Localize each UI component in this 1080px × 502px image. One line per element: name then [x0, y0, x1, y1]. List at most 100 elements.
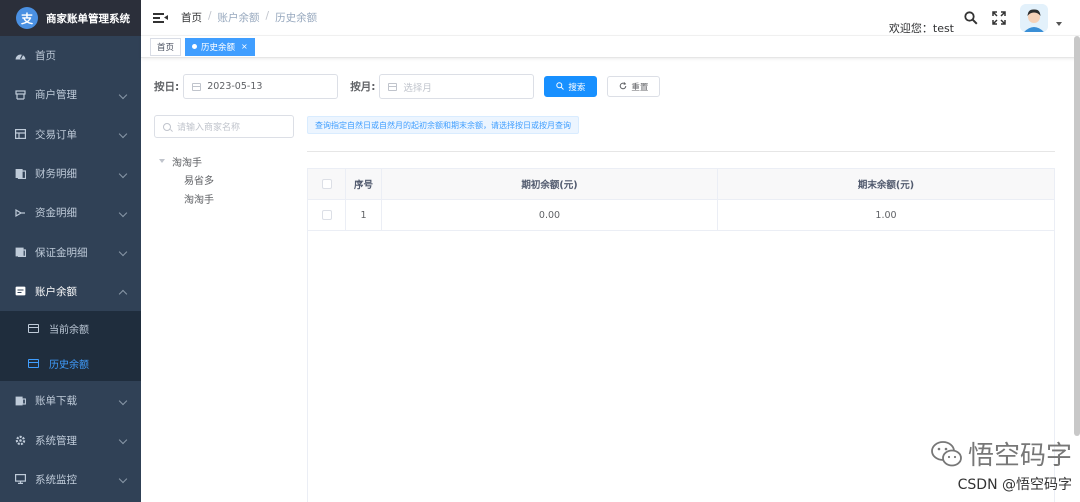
chevron-down-icon: [118, 475, 128, 484]
row-select[interactable]: [308, 200, 346, 230]
header-index: 序号: [346, 169, 382, 199]
watermark-credit: CSDN @悟空码字: [957, 477, 1072, 493]
tag-history-balance[interactable]: 历史余额 ×: [185, 37, 255, 56]
merchant-tree: 淘淘手 易省多 淘淘手: [159, 152, 214, 208]
info-notice: 查询指定自然日或自然月的起初余额和期末余额，请选择按日或按月查询: [307, 116, 579, 134]
chevron-down-icon: [118, 396, 128, 405]
checkbox[interactable]: [321, 210, 332, 220]
fullscreen-icon[interactable]: [992, 11, 1006, 25]
welcome-text: 欢迎您：test: [888, 22, 954, 35]
breadcrumb-home[interactable]: 首页: [181, 10, 202, 25]
watermark-brand: 悟空码字: [930, 435, 1072, 472]
tag-home[interactable]: 首页: [150, 37, 182, 56]
caret-down-icon[interactable]: [1056, 22, 1062, 26]
sidebar-item-system[interactable]: 系统管理: [0, 420, 141, 459]
sidebar-item-download[interactable]: 账单下载: [0, 381, 141, 420]
sidebar-item-history-balance[interactable]: 历史余额: [0, 346, 141, 381]
sidebar-item-merchant[interactable]: 商户管理: [0, 75, 141, 114]
header-select-all[interactable]: [308, 169, 346, 199]
download-icon: [14, 395, 26, 407]
sidebar-item-label: 账户余额: [35, 285, 77, 298]
sidebar-item-deposit[interactable]: 保证金明细: [0, 232, 141, 271]
sidebar-item-current-balance[interactable]: 当前余额: [0, 311, 141, 346]
breadcrumb-separator: /: [265, 10, 270, 22]
search-icon[interactable]: [964, 11, 978, 25]
breadcrumb-separator: /: [208, 10, 212, 22]
sidebar-item-funds[interactable]: 资金明细: [0, 193, 141, 232]
header-opening-balance: 期初余额(元): [382, 169, 718, 199]
card-icon: [28, 324, 39, 334]
card-icon: [28, 359, 39, 369]
sidebar-item-label: 账单下载: [35, 395, 77, 408]
chevron-down-icon: [118, 208, 128, 218]
tree-node-root[interactable]: 淘淘手: [159, 152, 214, 171]
app-title: 商家账单管理系统: [46, 12, 130, 25]
refresh-icon: [619, 81, 627, 92]
day-value: 2023-05-13: [207, 81, 263, 92]
watermark: 悟空码字 CSDN @悟空码字: [930, 435, 1072, 494]
avatar[interactable]: [1020, 4, 1048, 32]
chevron-down-icon: [118, 129, 128, 139]
row-opening-balance: 0.00: [382, 200, 718, 230]
breadcrumb: 首页 / 账户余额 / 历史余额: [181, 10, 317, 25]
settings-icon: [14, 434, 26, 446]
sidebar-item-label: 首页: [35, 50, 56, 63]
sidebar-item-label: 系统监控: [35, 473, 77, 486]
day-date-picker[interactable]: 2023-05-13: [183, 74, 339, 99]
close-icon[interactable]: ×: [241, 42, 248, 51]
app-logo[interactable]: 支 商家账单管理系统: [0, 0, 141, 36]
sidebar-item-monitor[interactable]: 系统监控: [0, 460, 141, 499]
month-placeholder: 选择月: [403, 82, 432, 94]
chevron-down-icon: [118, 90, 128, 100]
sidebar-item-label: 保证金明细: [35, 246, 88, 259]
app-window: 支 商家账单管理系统 首页 商户管理 交易订单 财务明细 资金明细 保证金明细 …: [0, 0, 1080, 502]
sidebar-item-finance[interactable]: 财务明细: [0, 154, 141, 193]
hamburger-icon[interactable]: [153, 12, 168, 23]
sidebar-item-label: 系统管理: [35, 434, 77, 447]
header-closing-balance: 期末余额(元): [857, 180, 915, 191]
divider: [307, 151, 1055, 152]
month-picker[interactable]: 选择月: [379, 74, 535, 99]
chevron-up-icon: [118, 290, 128, 299]
tree-node-child[interactable]: 淘淘手: [159, 189, 214, 208]
order-icon: [14, 128, 26, 140]
funds-icon: [14, 207, 26, 219]
sidebar-item-label: 历史余额: [49, 360, 89, 372]
balance-icon: [14, 285, 26, 297]
dashboard-icon: [14, 50, 26, 62]
chevron-down-icon: [118, 247, 128, 257]
caret-down-icon[interactable]: [159, 159, 165, 164]
active-dot: [192, 44, 198, 49]
filter-form: 按日: 2023-05-13 按月: 选择月 搜索 重置: [154, 74, 661, 99]
calendar-icon: [192, 82, 202, 91]
sidebar-menu: 首页 商户管理 交易订单 财务明细 资金明细 保证金明细 账户余额: [0, 36, 141, 311]
navbar-right: 欢迎您：test: [889, 0, 1080, 36]
chevron-down-icon: [118, 435, 128, 445]
table-header: 序号 期初余额(元) 期末余额(元): [308, 169, 1054, 200]
sidebar-item-home[interactable]: 首页: [0, 36, 141, 75]
merchant-search-input[interactable]: 请输入商家名称: [154, 115, 294, 138]
tree-node-child[interactable]: 易省多: [159, 171, 214, 190]
wechat-icon: [931, 440, 962, 466]
logo-icon: 支: [16, 7, 38, 29]
merchant-search-placeholder: 请输入商家名称: [177, 123, 241, 133]
breadcrumb-current: 历史余额: [275, 12, 318, 24]
reset-button[interactable]: 重置: [607, 76, 661, 97]
vertical-scrollbar[interactable]: [1074, 36, 1080, 436]
sidebar-item-orders[interactable]: 交易订单: [0, 115, 141, 154]
sidebar-item-label: 商户管理: [35, 89, 77, 102]
tags-view: 首页 历史余额 ×: [141, 36, 1080, 58]
checkbox[interactable]: [321, 179, 332, 189]
table-row[interactable]: 1 0.00 1.00: [308, 200, 1054, 231]
navbar: 首页 / 账户余额 / 历史余额 欢迎您：test: [141, 0, 1080, 36]
search-icon: [163, 122, 171, 131]
sidebar-item-balance[interactable]: 账户余额: [0, 272, 141, 311]
sidebar-item-label: 交易订单: [35, 128, 77, 141]
deposit-icon: [14, 246, 26, 258]
sidebar: 支 商家账单管理系统 首页 商户管理 交易订单 财务明细 资金明细 保证金明细 …: [0, 0, 141, 502]
search-button[interactable]: 搜索: [544, 76, 598, 97]
sidebar-menu-lower: 账单下载 系统管理 系统监控: [0, 381, 141, 499]
sidebar-item-label: 资金明细: [35, 207, 77, 220]
main-area: 首页 / 账户余额 / 历史余额 欢迎您：test 首页 历史余额 × 按日: …: [141, 0, 1080, 502]
search-icon: [556, 81, 565, 92]
